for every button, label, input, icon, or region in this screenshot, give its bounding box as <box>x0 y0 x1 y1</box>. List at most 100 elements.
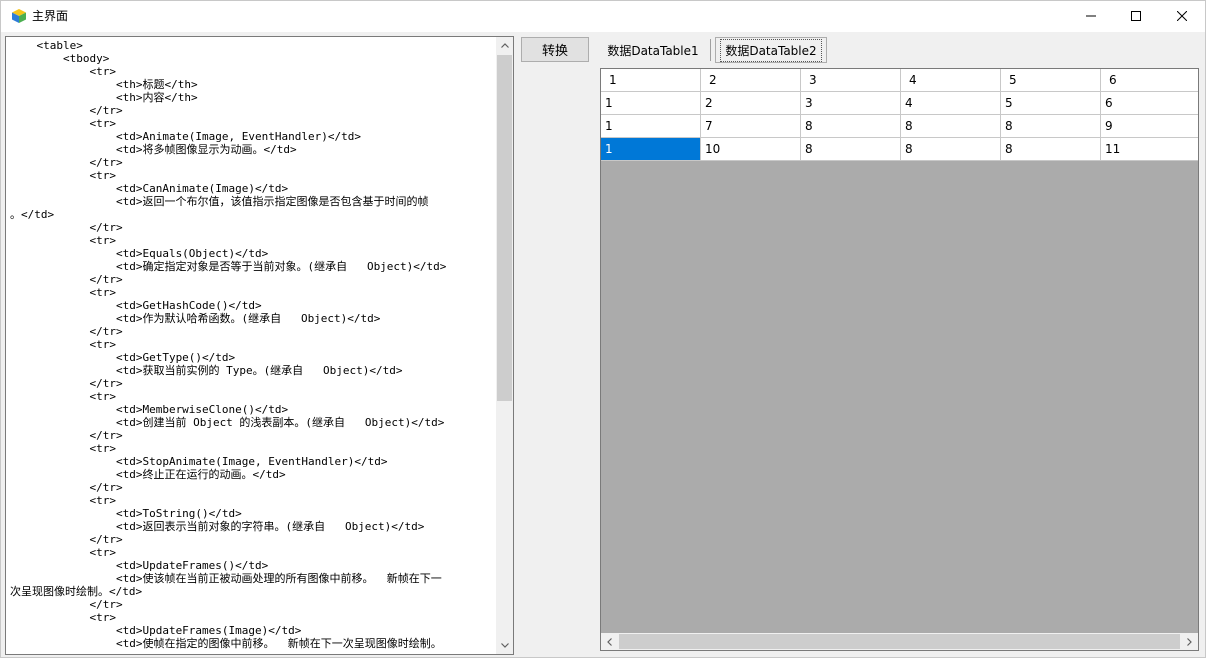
source-line: <tr> <box>10 286 116 299</box>
source-line: <th>标题</th> <box>10 78 198 91</box>
source-line: <td>返回表示当前对象的字符串。(继承自 Object)</td> <box>10 520 425 533</box>
source-line: <td>将多帧图像显示为动画。</td> <box>10 143 297 156</box>
grid-cell[interactable]: 1 <box>601 92 701 115</box>
source-line: </tr> <box>10 104 123 117</box>
source-line: </tr> <box>10 429 123 442</box>
close-icon <box>1176 11 1187 21</box>
source-line: <tr> <box>10 546 116 559</box>
source-line: <tr> <box>10 65 116 78</box>
grid-cell[interactable]: 5 <box>1001 92 1101 115</box>
tab-label: 数据DataTable1 <box>607 43 699 58</box>
source-text: <table> <tbody> <tr> <th>标题</th> <th>内容<… <box>10 39 494 650</box>
convert-button[interactable]: 转换 <box>521 37 589 62</box>
grid-cell[interactable]: 8 <box>1001 138 1101 161</box>
chevron-up-icon <box>500 43 509 48</box>
source-line: <td>GetType()</td> <box>10 351 236 364</box>
main-window: 主界面 <table> <tbody> <tr> <th>标题</th> <th… <box>0 0 1206 658</box>
grid-cell[interactable]: 1 <box>601 115 701 138</box>
grid-cell[interactable]: 6 <box>1101 92 1198 115</box>
scroll-thumb[interactable] <box>497 55 512 401</box>
source-line: <td>使该帧在当前正被动画处理的所有图像中前移。 新帧在下一 <box>10 572 442 585</box>
source-line: <tr> <box>10 442 116 455</box>
source-line: </tr> <box>10 598 123 611</box>
grid-cell[interactable]: 11 <box>1101 138 1198 161</box>
minimize-icon <box>1085 15 1096 17</box>
column-header[interactable]: 5 <box>1001 69 1101 92</box>
source-line: <tr> <box>10 169 116 182</box>
scroll-down-button[interactable] <box>496 637 513 654</box>
source-line: <td>UpdateFrames()</td> <box>10 559 269 572</box>
column-header[interactable]: 1 <box>601 69 701 92</box>
maximize-icon <box>1130 11 1141 21</box>
source-line: <td>StopAnimate(Image, EventHandler)</td… <box>10 455 388 468</box>
source-line: <th>内容</th> <box>10 91 198 104</box>
source-line: </tr> <box>10 481 123 494</box>
grid-cell[interactable]: 4 <box>901 92 1001 115</box>
source-line: </tr> <box>10 273 123 286</box>
grid-cell[interactable]: 8 <box>901 115 1001 138</box>
grid-header-row[interactable]: 123456 <box>601 69 1198 92</box>
chevron-left-icon <box>607 637 612 646</box>
scroll-up-button[interactable] <box>496 37 513 54</box>
source-line: </tr> <box>10 533 123 546</box>
source-line: <td>GetHashCode()</td> <box>10 299 262 312</box>
grid-cell[interactable]: 1 <box>601 138 701 161</box>
source-line: <td>Equals(Object)</td> <box>10 247 269 260</box>
source-line: <tbody> <box>10 52 110 65</box>
source-line: <table> <box>10 39 83 52</box>
source-line: <td>创建当前 Object 的浅表副本。(继承自 Object)</td> <box>10 416 445 429</box>
data-grid[interactable]: 1 2 3 4 5 6 1 2 3 4 5 6 1 7 8 8 8 9 1 10 8 8 8 11 <box>600 68 1199 651</box>
scroll-left-button[interactable] <box>601 633 618 650</box>
column-header[interactable]: 2 <box>701 69 801 92</box>
grid-cell[interactable]: 8 <box>801 138 901 161</box>
grid-cell[interactable]: 8 <box>801 115 901 138</box>
chevron-right-icon <box>1187 637 1192 646</box>
source-line: 次呈现图像时绘制。</td> <box>10 585 143 598</box>
source-line: <tr> <box>10 611 116 624</box>
tab-datatable1[interactable]: 数据DataTable1 <box>599 37 707 63</box>
table-row[interactable]: 1 10 8 8 8 11 <box>601 138 1198 161</box>
source-line: <tr> <box>10 117 116 130</box>
grid-cell[interactable]: 10 <box>701 138 801 161</box>
table-row[interactable]: 123456 <box>601 92 1198 115</box>
source-line: 。</td> <box>10 208 55 221</box>
maximize-button[interactable] <box>1113 1 1158 31</box>
horizontal-scrollbar[interactable] <box>601 633 1198 650</box>
source-line: <tr> <box>10 494 116 507</box>
column-header[interactable]: 6 <box>1101 69 1198 92</box>
grid-cell[interactable]: 3 <box>801 92 901 115</box>
source-line: <td>获取当前实例的 Type。(继承自 Object)</td> <box>10 364 403 377</box>
source-line: </tr> <box>10 325 123 338</box>
source-line: </tr> <box>10 156 123 169</box>
source-line: <td>Animate(Image, EventHandler)</td> <box>10 130 361 143</box>
source-line: <tr> <box>10 390 116 403</box>
column-header[interactable]: 3 <box>801 69 901 92</box>
source-line: <td>CanAnimate(Image)</td> <box>10 182 289 195</box>
chevron-down-icon <box>500 643 509 648</box>
scroll-thumb[interactable] <box>619 634 1180 649</box>
column-header[interactable]: 4 <box>901 69 1001 92</box>
source-line: <td>使帧在指定的图像中前移。 新帧在下一次呈现图像时绘制。 <box>10 637 442 650</box>
source-line: </tr> <box>10 221 123 234</box>
html-source-textbox[interactable]: <table> <tbody> <tr> <th>标题</th> <th>内容<… <box>5 36 514 655</box>
grid-cell[interactable]: 2 <box>701 92 801 115</box>
tab-divider <box>710 39 711 61</box>
title-bar[interactable]: 主界面 <box>1 1 1205 32</box>
grid-cell[interactable]: 8 <box>901 138 1001 161</box>
source-line: <tr> <box>10 338 116 351</box>
table-row[interactable]: 178889 <box>601 115 1198 138</box>
source-line: <td>作为默认哈希函数。(继承自 Object)</td> <box>10 312 381 325</box>
source-line: <td>MemberwiseClone()</td> <box>10 403 289 416</box>
tab-datatable2[interactable]: 数据DataTable2 <box>715 37 827 63</box>
scroll-right-button[interactable] <box>1181 633 1198 650</box>
close-button[interactable] <box>1159 1 1204 31</box>
window-title: 主界面 <box>32 9 69 23</box>
source-line: <td>ToString()</td> <box>10 507 242 520</box>
grid-cell[interactable]: 7 <box>701 115 801 138</box>
source-line: <td>返回一个布尔值，该值指示指定图像是否包含基于时间的帧 <box>10 195 429 208</box>
grid-cell[interactable]: 8 <box>1001 115 1101 138</box>
vertical-scrollbar[interactable] <box>496 37 513 654</box>
grid-cell[interactable]: 9 <box>1101 115 1198 138</box>
source-line: <td>确定指定对象是否等于当前对象。(继承自 Object)</td> <box>10 260 447 273</box>
minimize-button[interactable] <box>1068 1 1113 31</box>
